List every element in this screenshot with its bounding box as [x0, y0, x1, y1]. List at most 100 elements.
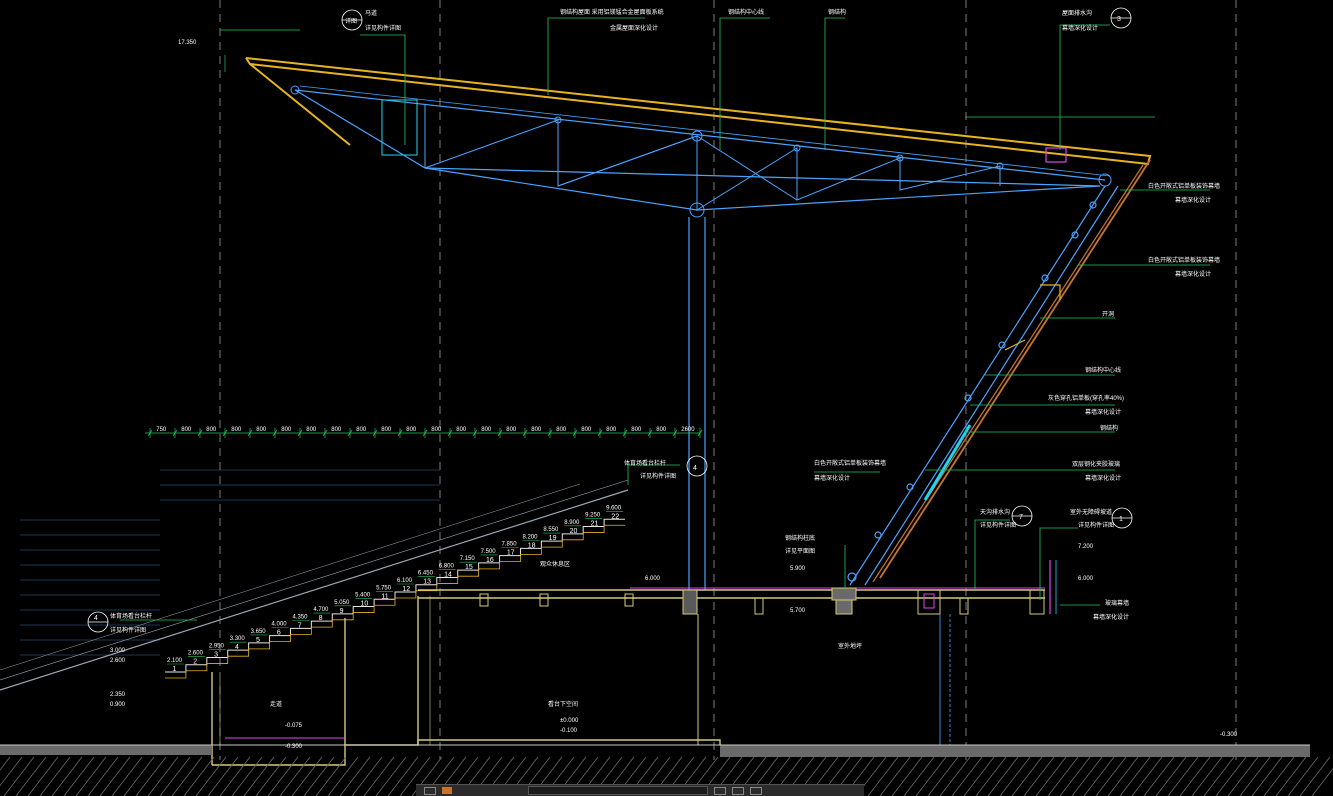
seat-row-elevation: 2.950 — [209, 643, 225, 649]
dimension-value: 800 — [431, 427, 442, 433]
dimension-value: 800 — [556, 427, 567, 433]
seat-row-elevation: 7.150 — [460, 556, 476, 562]
dimension-value: 800 — [506, 427, 517, 433]
seat-row-number: 18 — [528, 542, 536, 549]
dimension-value: 800 — [631, 427, 642, 433]
dimension-value: 800 — [481, 427, 492, 433]
seat-row-elevation: 7.500 — [481, 549, 497, 555]
elev-deck-1: 6.000 — [645, 576, 661, 582]
label-catwalk: 马道 — [365, 9, 377, 17]
label-glass-sub: 幕墙深化设计 — [1085, 474, 1121, 482]
seat-row-elevation: 2.100 — [167, 658, 183, 664]
elev-stand-2: 2.600 — [110, 658, 126, 664]
label-panel: 灰色穿孔铝单板(穿孔率40%) — [1048, 394, 1124, 402]
label-roof-system: 钢结构屋面 采用铝镁锰合金屋面板系统 — [560, 8, 664, 16]
label-stand-rail: 体育场看台栏杆 — [624, 459, 666, 467]
seat-row-elevation: 9.600 — [606, 505, 622, 511]
label-curtain-2: 白色开敞式铝单板装饰幕墙 — [1148, 256, 1220, 264]
seat-row-number: 16 — [486, 557, 494, 564]
dimension-value: 800 — [456, 427, 467, 433]
label-stand-rail-sub: 详见构件详图 — [640, 472, 676, 480]
label-gutter-sub: 幕墙深化设计 — [1062, 24, 1098, 32]
label-steel: 钢结构 — [828, 8, 846, 16]
seat-row-number: 1 — [172, 666, 176, 673]
seat-row-number: 13 — [423, 579, 431, 586]
seat-row-number: 14 — [444, 571, 452, 578]
seat-row-number: 15 — [465, 564, 473, 571]
tag-1: 1 — [1119, 516, 1123, 523]
dimension-value: 800 — [531, 427, 542, 433]
seat-row-number: 17 — [507, 550, 515, 557]
seat-row-elevation: 8.200 — [522, 534, 538, 540]
elev-stand-4: 0.900 — [110, 702, 126, 708]
label-ground-level: 室外地坪 — [838, 642, 862, 650]
dimension-value: 800 — [381, 427, 392, 433]
label-catwalk-sub: 详见构件详图 — [365, 24, 401, 32]
label-curtain-1-sub: 幕墙深化设计 — [1175, 196, 1211, 204]
statusbar-button-2[interactable] — [714, 786, 726, 795]
tag-7: 7 — [1019, 514, 1023, 521]
elev-right-2: 6.000 — [1078, 576, 1094, 582]
seat-row-number: 9 — [340, 608, 344, 615]
seat-row-elevation: 6.100 — [397, 578, 413, 584]
seat-row-elevation: 9.250 — [585, 513, 601, 519]
label-glass: 双层钢化夹胶玻璃 — [1072, 460, 1120, 468]
tag-4-lower: 4 — [94, 615, 98, 622]
tag-number: 详图 — [345, 17, 357, 25]
seat-row-number: 3 — [214, 651, 218, 658]
color-swatch-icon[interactable] — [442, 787, 452, 794]
label-awning: 白色开敞式铝单板装饰幕墙 — [814, 459, 886, 467]
room-corridor: 走道 — [270, 700, 282, 708]
elev-deck-2: 5.900 — [790, 566, 806, 572]
seat-row-elevation: 5.750 — [376, 585, 392, 591]
dimension-value: 800 — [331, 427, 342, 433]
seat-row-number: 7 — [298, 622, 302, 629]
label-glass-screen: 玻璃幕墙 — [1105, 599, 1129, 607]
statusbar-button-3[interactable] — [732, 786, 744, 795]
seat-row-elevation: 3.300 — [230, 636, 246, 642]
seat-row-number: 19 — [549, 535, 557, 542]
seat-row-elevation: 8.550 — [543, 527, 559, 533]
label-outdoor: 室外无障碍坡道 — [1070, 508, 1112, 516]
label-curtain-2-sub: 幕墙深化设计 — [1175, 270, 1211, 278]
label-platform-gutter-sub: 详见构件详图 — [980, 521, 1016, 529]
label-platform-gutter: 天沟排水沟 — [980, 508, 1010, 516]
label-awning-sub: 幕墙深化设计 — [814, 474, 850, 482]
dimension-value: 800 — [356, 427, 367, 433]
command-input[interactable] — [528, 786, 708, 795]
canvas-background — [0, 0, 1333, 796]
seat-row-elevation: 4.000 — [272, 622, 288, 628]
statusbar-button-1[interactable] — [424, 786, 436, 795]
dimension-value: 800 — [206, 427, 217, 433]
room-lounge: 观众休息区 — [540, 560, 570, 568]
elev-stand-1: 3.000 — [110, 648, 126, 654]
cad-section-drawing[interactable]: 750 800 800 800 800 800 800 800 800 800 800 800 800 8… — [0, 0, 1333, 796]
elev-low-2: -0.300 — [285, 744, 303, 750]
label-outdoor-sub: 详见构件详图 — [1078, 521, 1114, 529]
label-roof-system-sub: 金属屋面深化设计 — [610, 24, 658, 32]
dimension-value: 800 — [306, 427, 317, 433]
label-gutter: 屋面排水沟 — [1062, 9, 1092, 17]
dimension-value: 2600 — [681, 427, 695, 433]
seat-row-elevation: 8.900 — [564, 520, 580, 526]
statusbar-button-4[interactable] — [750, 786, 762, 795]
dimension-value: 800 — [606, 427, 617, 433]
seat-row-number: 5 — [256, 637, 260, 644]
seat-row-number: 12 — [402, 586, 410, 593]
dimension-value: 750 — [156, 427, 167, 433]
seat-row-elevation: 5.400 — [355, 593, 371, 599]
dimension-value: 800 — [406, 427, 417, 433]
seat-row-number: 10 — [361, 601, 369, 608]
label-panel-sub: 幕墙深化设计 — [1085, 408, 1121, 416]
tag-3: 3 — [1117, 16, 1121, 23]
seat-row-number: 21 — [591, 521, 599, 528]
dimension-value: 800 — [581, 427, 592, 433]
room-under-stand: 看台下空间 — [548, 700, 578, 708]
status-bar — [416, 784, 864, 796]
seat-row-number: 6 — [277, 630, 281, 637]
dimension-value: 800 — [181, 427, 192, 433]
dimension-value: 800 — [231, 427, 242, 433]
seat-row-elevation: 4.700 — [313, 607, 329, 613]
elev-mid-1: ±0.000 — [560, 718, 579, 724]
label-steel-center-2: 钢结构中心线 — [1085, 366, 1121, 374]
